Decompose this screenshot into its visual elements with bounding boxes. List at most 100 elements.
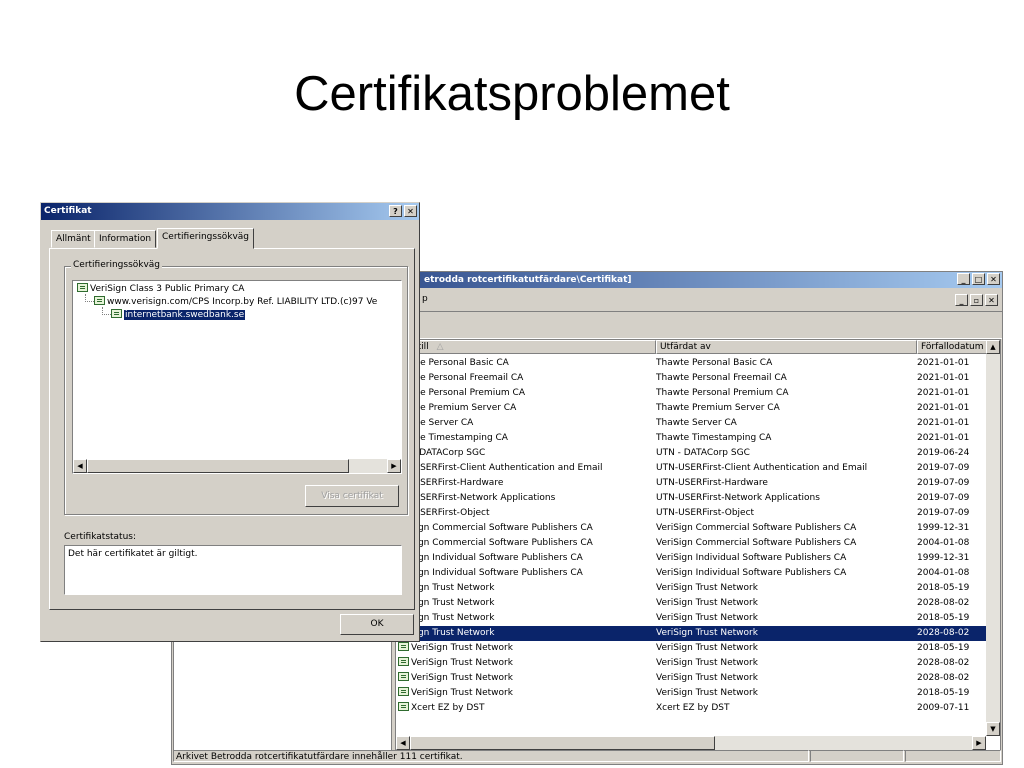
table-row[interactable]: VeriSign Trust Network VeriSign Trust Net… (396, 641, 988, 656)
cell-expires: 2009-07-11 (917, 703, 970, 713)
scroll-down-icon[interactable]: ▼ (986, 722, 1000, 736)
cell-issued-to: eriSign Trust Network (398, 583, 495, 593)
cell-expires: 2021-01-01 (917, 403, 970, 413)
certificate-icon (398, 642, 409, 651)
tree-scroll-thumb[interactable] (87, 459, 349, 473)
cell-issued-to: VeriSign Trust Network (398, 671, 653, 686)
dialog-close-button[interactable]: ✕ (404, 205, 417, 217)
cell-expires: 2028-08-02 (917, 628, 970, 638)
certificate-icon (94, 296, 105, 305)
cell-issued-to: eriSign Trust Network (398, 613, 495, 623)
cell-issued-by: VeriSign Commercial Software Publishers … (656, 538, 857, 548)
cell-issued-to: eriSign Commercial Software Publishers C… (398, 538, 593, 548)
table-row[interactable]: TN-USERFirst-Object UTN-USERFirst-Object 2… (396, 506, 988, 521)
scroll-left-icon[interactable]: ◀ (396, 736, 410, 750)
table-row[interactable]: TN-USERFirst-Hardware UTN-USERFirst-Hardw… (396, 476, 988, 491)
path-node-root[interactable]: VeriSign Class 3 Public Primary CA (77, 283, 244, 296)
certificate-icon (398, 687, 409, 696)
table-row[interactable]: TN - DATACorp SGC UTN - DATACorp SGC 2019-… (396, 446, 988, 461)
table-row[interactable]: hawte Personal Basic CA Thawte Personal B… (396, 356, 988, 371)
cell-expires: 2019-07-09 (917, 463, 970, 473)
table-row[interactable]: VeriSign Trust Network VeriSign Trust Net… (396, 656, 988, 671)
cell-expires: 2019-07-09 (917, 508, 970, 518)
cell-issued-by: VeriSign Trust Network (656, 673, 758, 683)
ok-button[interactable]: OK (340, 614, 414, 635)
certificate-icon (111, 309, 122, 318)
certificate-dialog: Certifikat ? ✕ Allmänt Information Certi… (40, 202, 420, 642)
cell-expires: 1999-12-31 (917, 523, 970, 533)
menu-item-help[interactable]: p (422, 294, 428, 304)
cell-issued-by: VeriSign Trust Network (656, 658, 758, 668)
help-button[interactable]: ? (389, 205, 402, 217)
cell-issued-to: Xcert EZ by DST (398, 701, 653, 716)
column-header-issued-to[interactable]: dat till△ (396, 340, 656, 354)
table-row[interactable]: TN-USERFirst-Network Applications UTN-USE… (396, 491, 988, 506)
child-close-button[interactable]: ✕ (985, 294, 998, 306)
cell-issued-by: UTN-USERFirst-Hardware (656, 478, 768, 488)
table-row[interactable]: hawte Premium Server CA Thawte Premium Se… (396, 401, 988, 416)
tab-information[interactable]: Information (94, 230, 157, 248)
minimize-button[interactable]: _ (957, 273, 970, 285)
table-row[interactable]: eriSign Trust Network VeriSign Trust Netw… (396, 611, 988, 626)
cell-expires: 2004-01-08 (917, 568, 970, 578)
close-button[interactable]: ✕ (987, 273, 1000, 285)
table-row[interactable]: hawte Personal Premium CA Thawte Personal… (396, 386, 988, 401)
table-row[interactable]: eriSign Commercial Software Publishers C… (396, 536, 988, 551)
scroll-thumb[interactable] (410, 736, 715, 750)
table-row[interactable]: hawte Personal Freemail CA Thawte Persona… (396, 371, 988, 386)
table-row[interactable]: VeriSign Trust Network VeriSign Trust Net… (396, 671, 988, 686)
tab-general[interactable]: Allmänt (51, 230, 96, 248)
maximize-button[interactable]: □ (972, 273, 985, 285)
tab-certification-path[interactable]: Certifieringssökväg (157, 228, 255, 249)
view-certificate-button[interactable]: Visa certifikat (305, 485, 399, 507)
scroll-up-icon[interactable]: ▲ (986, 340, 1000, 354)
cell-issued-by: VeriSign Trust Network (656, 598, 758, 608)
cell-issued-to: hawte Personal Freemail CA (398, 373, 524, 383)
sort-asc-icon: △ (436, 342, 444, 352)
status-text: Arkivet Betrodda rotcertifikatutfärdare … (173, 750, 809, 762)
column-header-expires[interactable]: Förfallodatum (917, 340, 988, 354)
table-row[interactable]: eriSign Trust Network VeriSign Trust Netw… (396, 626, 988, 641)
dialog-titlebar[interactable]: Certifikat ? ✕ (41, 203, 419, 220)
table-row[interactable]: eriSign Individual Software Publishers C… (396, 551, 988, 566)
cell-issued-by: VeriSign Individual Software Publishers … (656, 568, 847, 578)
path-node-intermediate[interactable]: www.verisign.com/CPS Incorp.by Ref. LIAB… (94, 296, 377, 309)
scroll-right-icon[interactable]: ▶ (972, 736, 986, 750)
status-bar: Arkivet Betrodda rotcertifikatutfärdare … (173, 750, 1001, 763)
cell-issued-by: Thawte Personal Basic CA (656, 358, 773, 368)
horizontal-scrollbar[interactable]: ◀ ▶ (396, 736, 986, 750)
table-row[interactable]: VeriSign Trust Network VeriSign Trust Net… (396, 686, 988, 701)
cell-expires: 2018-05-19 (917, 613, 970, 623)
table-row[interactable]: eriSign Commercial Software Publishers C… (396, 521, 988, 536)
cell-expires: 2021-01-01 (917, 358, 970, 368)
table-row[interactable]: hawte Timestamping CA Thawte Timestamping… (396, 431, 988, 446)
cell-issued-to: TN-USERFirst-Client Authentication and E… (398, 463, 603, 473)
cell-issued-by: VeriSign Trust Network (656, 613, 758, 623)
table-row[interactable]: eriSign Individual Software Publishers C… (396, 566, 988, 581)
status-pane-3 (905, 750, 1001, 762)
cell-issued-by: VeriSign Trust Network (656, 643, 758, 653)
column-header-issued-by[interactable]: Utfärdat av (656, 340, 917, 354)
table-row[interactable]: hawte Server CA Thawte Server CA 2021-01-0… (396, 416, 988, 431)
scroll-right-icon[interactable]: ▶ (387, 459, 401, 473)
cell-issued-by: Thawte Server CA (656, 418, 737, 428)
table-row[interactable]: eriSign Trust Network VeriSign Trust Netw… (396, 581, 988, 596)
scroll-left-icon[interactable]: ◀ (73, 459, 87, 473)
tree-hscrollbar[interactable]: ◀ ▶ (73, 459, 401, 473)
cell-expires: 2021-01-01 (917, 388, 970, 398)
table-row[interactable]: eriSign Trust Network VeriSign Trust Netw… (396, 596, 988, 611)
certification-path-tree[interactable]: VeriSign Class 3 Public Primary CA www.v… (72, 280, 402, 474)
table-row[interactable]: TN-USERFirst-Client Authentication and E… (396, 461, 988, 476)
cell-issued-by: Xcert EZ by DST (656, 703, 730, 713)
cell-issued-to: hawte Personal Premium CA (398, 388, 525, 398)
path-node-leaf[interactable]: internetbank.swedbank.se (111, 309, 247, 322)
table-row[interactable]: Xcert EZ by DST Xcert EZ by DST 2009-07-11 (396, 701, 988, 716)
vertical-scrollbar[interactable]: ▲ ▼ (986, 340, 1000, 736)
cell-expires: 2021-01-01 (917, 373, 970, 383)
certificate-status-box[interactable]: Det här certifikatet är giltigt. (64, 545, 402, 595)
child-restore-button[interactable]: ▫ (970, 294, 983, 306)
certificate-list[interactable]: dat till△ Utfärdat av Förfallodatum hawt… (395, 339, 1001, 751)
child-minimize-button[interactable]: _ (955, 294, 968, 306)
cell-issued-to: VeriSign Trust Network (398, 641, 653, 656)
cell-issued-by: Thawte Personal Premium CA (656, 388, 789, 398)
